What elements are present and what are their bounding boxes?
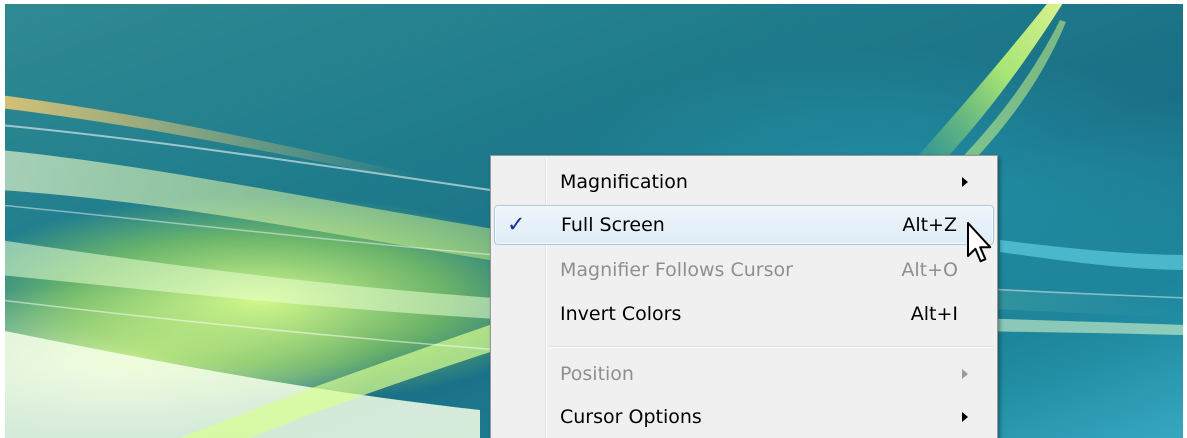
menu-item-label: Full Screen [561, 214, 665, 236]
menu-item-magnification[interactable]: Magnification [494, 162, 994, 202]
menu-item-shortcut: Alt+O [901, 259, 958, 281]
desktop: Magnification ✓ Full Screen Alt+Z Magnif… [0, 0, 1187, 438]
check-icon: ✓ [507, 212, 526, 238]
menu-item-label: Invert Colors [560, 303, 682, 325]
menu-item-shortcut: Alt+Z [902, 214, 957, 236]
submenu-arrow-icon [962, 177, 968, 187]
menu-item-label: Position [560, 363, 634, 385]
menu-item-full-screen[interactable]: ✓ Full Screen Alt+Z [494, 205, 994, 245]
menu-separator [549, 346, 993, 348]
mouse-pointer-icon [967, 222, 992, 263]
menu-item-position[interactable]: Position [494, 354, 994, 394]
menu-item-magnifier-follows-cursor[interactable]: Magnifier Follows Cursor Alt+O [494, 250, 994, 290]
menu-item-label: Magnification [560, 171, 688, 193]
menu-item-cursor-options[interactable]: Cursor Options [494, 397, 994, 437]
menu-item-label: Magnifier Follows Cursor [560, 259, 793, 281]
menu-item-label: Cursor Options [560, 406, 702, 428]
submenu-arrow-icon [962, 369, 968, 379]
menu-item-invert-colors[interactable]: Invert Colors Alt+I [494, 294, 994, 334]
context-menu: Magnification ✓ Full Screen Alt+Z Magnif… [490, 155, 998, 438]
submenu-arrow-icon [962, 412, 968, 422]
menu-item-shortcut: Alt+I [910, 303, 958, 325]
